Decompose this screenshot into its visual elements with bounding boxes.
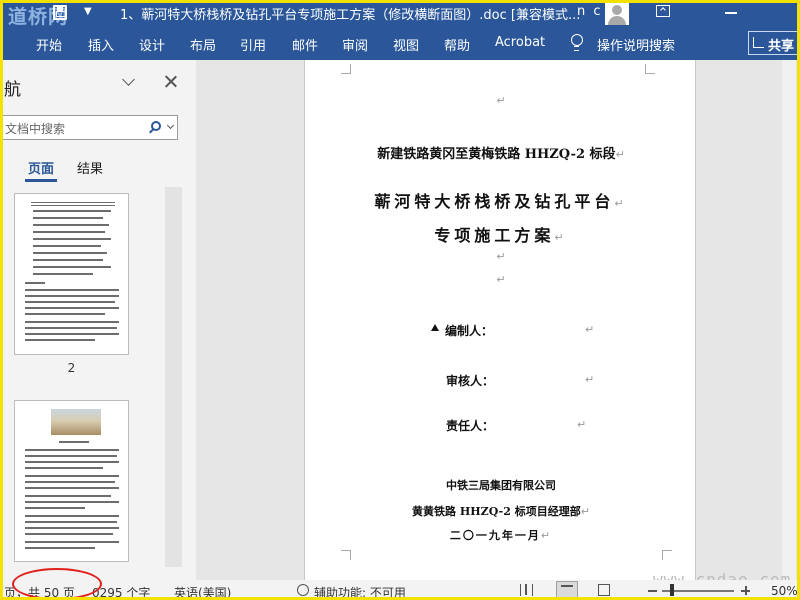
field-compiler-label: 编制人： — [445, 324, 494, 338]
ribbon-display-options-icon[interactable] — [656, 5, 670, 17]
tab-help[interactable]: 帮助 — [444, 35, 470, 54]
tab-pages[interactable]: 页面 — [28, 158, 54, 177]
ribbon-tabs: 开始 插入 设计 布局 引用 邮件 审阅 视图 帮助 Acrobat 操作说明搜… — [0, 27, 800, 60]
paragraph-mark: ↵ — [496, 94, 506, 107]
project-heading: 新建铁路黄冈至黄梅铁路 HHZQ-2 标段↵ — [377, 147, 625, 162]
tab-view[interactable]: 视图 — [393, 35, 419, 54]
tab-insert[interactable]: 插入 — [88, 35, 114, 54]
crop-mark — [341, 64, 351, 74]
user-initials[interactable]: n c — [577, 4, 603, 19]
print-layout-icon[interactable] — [556, 581, 578, 599]
document-area[interactable]: ↵ 新建铁路黄冈至黄梅铁路 HHZQ-2 标段↵ 蕲河特大桥栈桥及钻孔平台↵ 专… — [196, 60, 800, 580]
company-name: 中铁三局集团有限公司 — [446, 479, 556, 492]
close-icon[interactable] — [163, 74, 179, 90]
vertical-scrollbar[interactable] — [782, 60, 796, 580]
search-input[interactable]: 文档中搜索 — [0, 115, 178, 140]
tab-review[interactable]: 审阅 — [342, 35, 368, 54]
share-button[interactable]: 共享 — [748, 31, 800, 55]
tab-references[interactable]: 引用 — [240, 35, 266, 54]
web-layout-icon[interactable] — [598, 584, 610, 596]
share-icon — [753, 37, 764, 48]
pane-options-chevron-icon[interactable] — [122, 73, 135, 86]
zoom-in-icon[interactable] — [741, 586, 750, 595]
save-icon[interactable] — [53, 5, 67, 20]
document-title-line-2: 专项施工方案↵ — [434, 226, 568, 245]
tab-design[interactable]: 设计 — [139, 35, 165, 54]
document-title-line-1: 蕲河特大桥栈桥及钻孔平台↵ — [374, 192, 628, 211]
customize-quick-access-dropdown-icon[interactable]: ▼ — [84, 6, 92, 17]
chevron-down-icon[interactable] — [166, 121, 175, 130]
paragraph-anchor-icon — [431, 324, 439, 331]
read-mode-icon[interactable] — [520, 584, 533, 596]
zoom-level[interactable]: 50% — [771, 584, 798, 598]
tab-layout[interactable]: 布局 — [190, 35, 216, 54]
navigation-pane: 航 文档中搜索 页面 结果 2 — [0, 60, 196, 580]
accessibility-status[interactable]: 辅助功能: 不可用 — [314, 584, 406, 600]
page-thumbnail-3[interactable] — [14, 400, 129, 562]
tab-acrobat[interactable]: Acrobat — [495, 35, 545, 50]
title-bar: 道桥网 ▼ 1、蕲河特大桥栈桥及钻孔平台专项施工方案（修改横断面图）.doc [… — [0, 0, 800, 28]
paragraph-mark: ↵ — [496, 273, 506, 286]
thumbnail-scrollbar[interactable] — [165, 187, 182, 567]
field-reviewer-label: 审核人： — [446, 374, 495, 388]
zoom-out-icon[interactable] — [648, 590, 657, 592]
crop-mark — [341, 550, 351, 560]
field-responsible-label: 责任人： — [446, 419, 495, 433]
share-label: 共享 — [768, 39, 795, 54]
lightbulb-icon — [571, 34, 583, 51]
language-indicator[interactable]: 英语(美国) — [174, 584, 231, 600]
search-icon[interactable] — [151, 121, 161, 131]
document-page[interactable]: ↵ 新建铁路黄冈至黄梅铁路 HHZQ-2 标段↵ 蕲河特大桥栈桥及钻孔平台↵ 专… — [304, 60, 696, 580]
thumbnail-page-number: 2 — [67, 361, 76, 375]
zoom-slider-handle[interactable] — [670, 584, 674, 596]
paragraph-mark: ↵ — [496, 250, 506, 263]
crop-mark — [645, 64, 655, 74]
tab-mailings[interactable]: 邮件 — [292, 35, 318, 54]
thumbnail-photo — [51, 409, 101, 435]
search-placeholder: 文档中搜索 — [5, 122, 66, 136]
active-tab-indicator — [25, 179, 57, 182]
crop-mark — [662, 550, 672, 560]
tab-results[interactable]: 结果 — [77, 158, 103, 177]
department-name: 黄黄铁路 HHZQ-2 标项目经理部↵ — [412, 505, 590, 518]
annotation-highlight-ellipse — [12, 568, 102, 600]
document-title: 1、蕲河特大桥栈桥及钻孔平台专项施工方案（修改横断面图）.doc [兼容模式..… — [120, 8, 581, 23]
accessibility-icon — [297, 584, 309, 596]
status-bar: 页，共 50 页 0295 个字 英语(美国) 辅助功能: 不可用 50% — [0, 580, 800, 600]
page-thumbnail-2[interactable] — [14, 193, 129, 355]
minimize-icon[interactable] — [725, 12, 737, 14]
tab-home[interactable]: 开始 — [36, 35, 62, 54]
tell-me-search[interactable]: 操作说明搜索 — [597, 35, 675, 54]
navigation-pane-title: 航 — [4, 80, 21, 100]
avatar[interactable] — [605, 1, 629, 25]
document-date: 二〇一九年一月↵ — [449, 529, 553, 542]
